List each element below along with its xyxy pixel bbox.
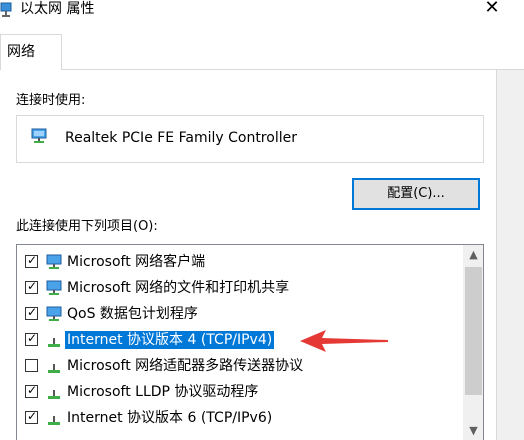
tab-network[interactable]: 网络 — [0, 34, 62, 70]
item-checkbox[interactable] — [25, 409, 38, 424]
window-title: 以太网 属性 — [20, 1, 95, 17]
item-label: Microsoft LLDP 协议驱动程序 — [67, 384, 259, 400]
item-label: Microsoft 网络客户端 — [67, 254, 206, 270]
items-label: 此连接使用下列项目(O): — [16, 219, 158, 234]
close-icon[interactable]: ✕ — [482, 0, 502, 18]
tab-strip — [0, 34, 524, 70]
item-checkbox[interactable] — [25, 383, 38, 398]
network-client-icon — [46, 254, 62, 269]
adapter-box: Realtek PCIe FE Family Controller — [16, 115, 484, 163]
item-checkbox[interactable] — [25, 359, 38, 372]
panel-edge — [496, 70, 524, 440]
item-label: QoS 数据包计划程序 — [67, 306, 198, 322]
scroll-down-icon[interactable]: ▼ — [463, 421, 483, 440]
configure-button[interactable]: 配置(C)... — [352, 178, 480, 210]
item-label: Internet 协议版本 4 (TCP/IPv4) — [63, 330, 276, 350]
network-adapter-icon — [0, 2, 12, 17]
list-item[interactable]: QoS 数据包计划程序 — [17, 301, 457, 327]
items-list[interactable]: Microsoft 网络客户端 Microsoft 网络的文件和打印机共享 Qo… — [16, 244, 484, 440]
item-checkbox[interactable] — [25, 253, 38, 268]
item-checkbox[interactable] — [25, 331, 38, 346]
item-checkbox[interactable] — [25, 279, 38, 294]
connect-using-label: 连接时使用: — [16, 93, 86, 108]
item-checkbox[interactable] — [25, 305, 38, 320]
item-label: Microsoft 网络的文件和打印机共享 — [67, 280, 290, 296]
list-item[interactable]: Microsoft 网络客户端 — [17, 249, 457, 275]
protocol-icon — [48, 416, 60, 425]
scroll-thumb[interactable] — [465, 267, 482, 395]
list-item-selected[interactable]: Internet 协议版本 4 (TCP/IPv4) — [17, 327, 457, 353]
title-bar: 以太网 属性 ✕ — [0, 0, 524, 22]
annotation-arrow-icon — [300, 330, 388, 352]
list-item[interactable]: Microsoft LLDP 协议驱动程序 — [17, 379, 457, 405]
list-item[interactable]: Internet 协议版本 6 (TCP/IPv6) — [17, 405, 457, 431]
item-label: Internet 协议版本 6 (TCP/IPv6) — [67, 410, 273, 426]
qos-scheduler-icon — [46, 306, 62, 321]
protocol-icon — [48, 390, 60, 399]
adapter-name: Realtek PCIe FE Family Controller — [65, 130, 297, 146]
network-adapter-icon — [31, 128, 47, 143]
list-item[interactable]: Microsoft 网络的文件和打印机共享 — [17, 275, 457, 301]
list-item[interactable]: Microsoft 网络适配器多路传送器协议 — [17, 353, 457, 379]
list-scrollbar[interactable]: ▲ ▼ — [463, 245, 483, 440]
item-label: Microsoft 网络适配器多路传送器协议 — [67, 358, 304, 374]
protocol-icon — [48, 364, 60, 373]
protocol-icon — [48, 338, 60, 347]
scroll-up-icon[interactable]: ▲ — [463, 245, 483, 265]
file-print-sharing-icon — [46, 280, 62, 295]
